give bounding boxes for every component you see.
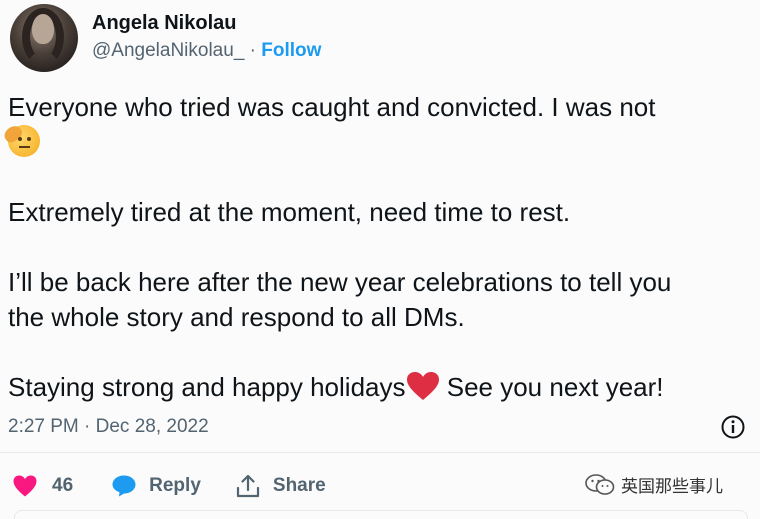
reply-button[interactable]: Reply [111,474,201,498]
tweet-line: the whole story and respond to all DMs. [8,302,465,332]
tweet-text-segment: See you next year! [439,372,664,402]
share-button[interactable]: Share [235,473,326,499]
tweet-actions: 46 Reply Share [12,468,326,504]
saluting-face-emoji-icon [8,125,40,157]
share-label: Share [272,475,326,496]
tweet-line: Extremely tired at the moment, need time… [8,197,571,227]
tweet-line: I’ll be back here after the new year cel… [8,267,672,297]
follow-button[interactable]: Follow [261,40,321,61]
reply-label: Reply [149,475,201,496]
author-display-name[interactable]: Angela Nikolau [92,12,236,35]
separator-dot: · [249,40,256,61]
tweet-timestamp[interactable]: 2:27 PM · Dec 28, 2022 [8,416,209,438]
author-handle[interactable]: @AngelaNikolau_ [92,40,244,61]
like-button[interactable]: 46 [12,474,73,498]
avatar[interactable] [10,4,78,72]
red-heart-icon [406,372,439,400]
divider [0,452,760,453]
reply-icon [112,475,136,497]
like-count: 46 [52,475,74,496]
share-icon [236,474,259,498]
avatar-face [32,14,54,44]
tweet-line-emoji [8,125,752,160]
wechat-logo-icon [585,473,615,495]
author-handle-row: @AngelaNikolau_ · Follow [92,40,321,62]
watermark: 英国那些事儿 [585,472,723,497]
tweet-line: Everyone who tried was caught and convic… [8,92,656,122]
heart-icon [13,475,37,497]
tweet-text: Everyone who tried was caught and convic… [8,90,752,405]
tweet-line-final: Staying strong and happy holidays See yo… [8,370,752,405]
info-icon[interactable] [720,414,746,440]
tweet-text-segment: Staying strong and happy holidays [8,372,406,402]
watermark-text: 英国那些事儿 [621,477,723,496]
